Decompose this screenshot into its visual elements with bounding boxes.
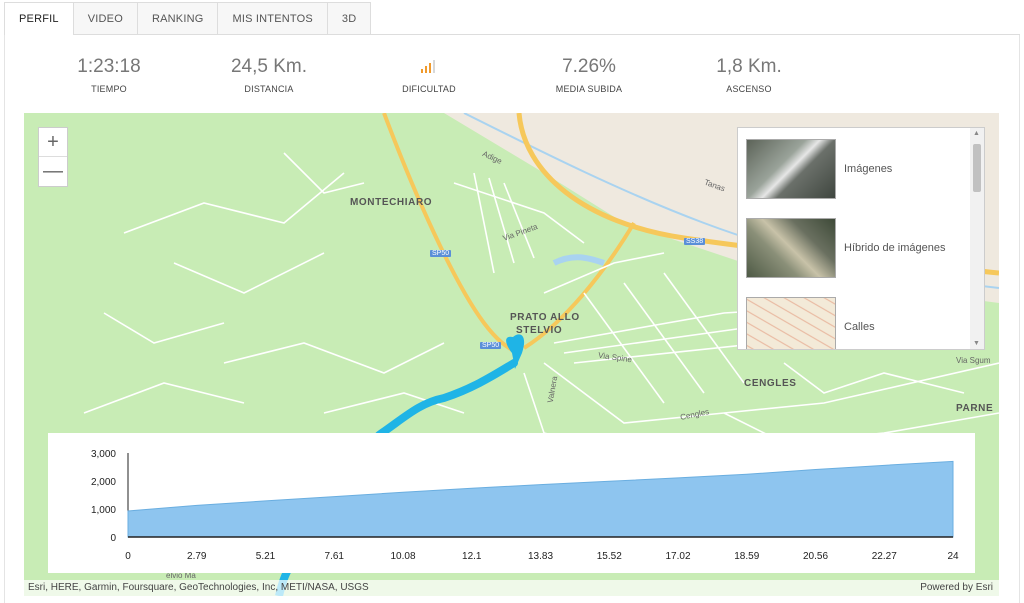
tab-video[interactable]: VIDEO bbox=[72, 2, 138, 35]
basemap-scrollbar[interactable]: ▲ ▼ bbox=[970, 128, 984, 349]
scroll-down-icon[interactable]: ▼ bbox=[973, 340, 980, 347]
scroll-up-icon[interactable]: ▲ bbox=[973, 130, 980, 137]
label-cengles: CENGLES bbox=[744, 378, 797, 389]
zoom-in-button[interactable]: + bbox=[39, 128, 67, 157]
x-tick-label: 20.56 bbox=[803, 551, 828, 562]
ascenso-value: 1,8 Km. bbox=[716, 56, 782, 77]
label-montechiaro: MONTECHIARO bbox=[350, 197, 433, 208]
attribution-bar: Esri, HERE, Garmin, Foursquare, GeoTechn… bbox=[24, 580, 999, 596]
tab-ranking[interactable]: RANKING bbox=[136, 2, 219, 35]
route-map[interactable]: MONTECHIARO PRATO ALLO STELVIO CENGLES P… bbox=[24, 113, 999, 596]
dificultad-label: DIFICULTAD bbox=[402, 84, 456, 94]
distancia-value: 24,5 Km. bbox=[230, 56, 308, 77]
elevation-svg: 3,000 2,000 1,000 00 2.79 5.21 7.61 10.08 12.1 13… bbox=[91, 449, 959, 562]
x-tick-label: 0 bbox=[125, 551, 131, 562]
streets-thumbnail bbox=[746, 297, 836, 349]
basemap-imagery-label: Imágenes bbox=[844, 163, 893, 175]
attribution-text: Esri, HERE, Garmin, Foursquare, GeoTechn… bbox=[28, 582, 369, 593]
x-tick-label: 12.1 bbox=[462, 551, 482, 562]
tiempo-value: 1:23:18 bbox=[77, 56, 141, 77]
imagery-thumbnail bbox=[746, 139, 836, 199]
x-tick-label: 22.27 bbox=[872, 551, 897, 562]
y-tick-label: 3,000 bbox=[91, 449, 116, 460]
stat-distancia: 24,5 Km. DISTANCIA bbox=[194, 56, 344, 94]
x-tick-label: 7.61 bbox=[325, 551, 345, 562]
stat-ascenso: 1,8 Km. ASCENSO bbox=[674, 56, 824, 94]
ascenso-label: ASCENSO bbox=[726, 84, 772, 94]
elevation-area bbox=[127, 460, 954, 538]
stat-media-subida: 7.26% MEDIA SUBIDA bbox=[514, 56, 664, 94]
route-line bbox=[375, 359, 518, 439]
y-tick-label: 2,000 bbox=[91, 477, 116, 488]
y-tick-label: 1,000 bbox=[91, 505, 116, 516]
x-tick-label: 13.83 bbox=[528, 551, 553, 562]
scrollbar-thumb[interactable] bbox=[973, 144, 981, 192]
tab-mis-intentos[interactable]: MIS INTENTOS bbox=[217, 2, 328, 35]
zoom-control: + — bbox=[38, 127, 68, 187]
road-shield-sp50b: SP50 bbox=[480, 342, 502, 349]
tab-perfil[interactable]: PERFIL bbox=[4, 2, 74, 35]
stat-dificultad: DIFICULTAD bbox=[354, 56, 504, 94]
road-shield-ss38: SS38 bbox=[684, 238, 706, 245]
distancia-label: DISTANCIA bbox=[244, 84, 294, 94]
label-via-sgum: Via Sgum bbox=[956, 356, 991, 365]
x-tick-label: 18.59 bbox=[734, 551, 759, 562]
basemap-imagery[interactable]: Imágenes bbox=[746, 138, 966, 200]
basemap-hybrid-label: Híbrido de imágenes bbox=[844, 242, 946, 254]
signal-bars-icon bbox=[354, 56, 504, 80]
y-tick-label: 0 bbox=[110, 533, 116, 544]
x-tick-label: 24 bbox=[947, 551, 959, 562]
tab-3d[interactable]: 3D bbox=[326, 2, 372, 35]
hybrid-thumbnail bbox=[746, 218, 836, 278]
basemap-streets-label: Calles bbox=[844, 321, 875, 333]
tab-bar: PERFIL VIDEO RANKING MIS INTENTOS 3D bbox=[4, 2, 372, 35]
media-value: 7.26% bbox=[562, 56, 616, 77]
powered-by-esri: Powered by Esri bbox=[920, 582, 993, 593]
x-tick-label: 17.02 bbox=[665, 551, 690, 562]
basemap-hybrid[interactable]: Híbrido de imágenes bbox=[746, 217, 966, 279]
stat-tiempo: 1:23:18 TIEMPO bbox=[34, 56, 184, 94]
x-tick-label: 15.52 bbox=[597, 551, 622, 562]
basemap-gallery: Imágenes Híbrido de imágenes Calles ▲ ▼ bbox=[737, 127, 985, 350]
label-stelvio: STELVIO bbox=[516, 325, 563, 336]
label-parne: PARNE bbox=[956, 403, 994, 414]
media-label: MEDIA SUBIDA bbox=[555, 84, 623, 94]
x-tick-label: 5.21 bbox=[256, 551, 276, 562]
x-tick-label: 10.08 bbox=[390, 551, 415, 562]
x-tick-label: 2.79 bbox=[187, 551, 207, 562]
road-shield-sp50: SP50 bbox=[430, 250, 452, 257]
elevation-profile-chart: 3,000 2,000 1,000 0 0 2.79 5.21 7.61 10.08 12.1 13… bbox=[48, 433, 975, 573]
basemap-streets[interactable]: Calles bbox=[746, 296, 966, 349]
zoom-out-button[interactable]: — bbox=[39, 157, 67, 186]
label-prato: PRATO ALLO bbox=[510, 312, 580, 323]
tiempo-label: TIEMPO bbox=[91, 84, 127, 94]
